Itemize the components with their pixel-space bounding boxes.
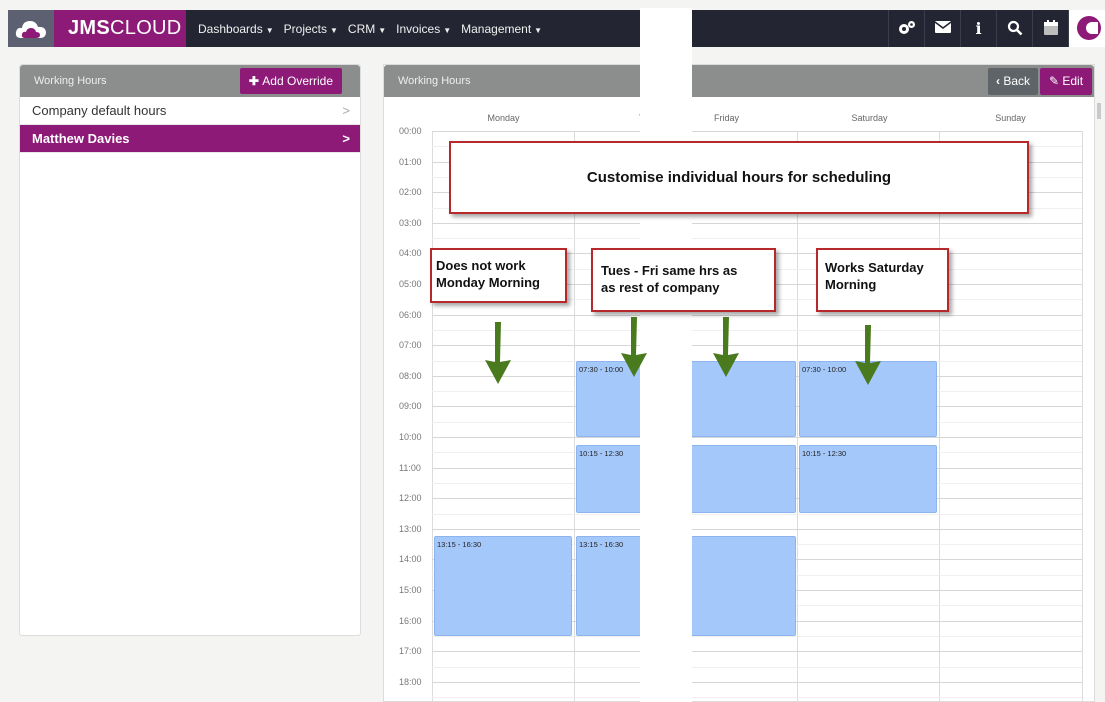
calendar-icon[interactable] — [1032, 10, 1068, 47]
list-item-matthew-davies[interactable]: Matthew Davies > — [20, 125, 360, 153]
scrollbar-thumb[interactable] — [1097, 103, 1101, 119]
monday-callout-line1: Does not work — [436, 258, 526, 273]
nav-icon-bar: i — [888, 10, 1105, 47]
event-time-label: 13:15 - 16:30 — [579, 540, 624, 550]
nav-management[interactable]: Management ▼ — [461, 22, 542, 36]
nav-projects[interactable]: Projects ▼ — [284, 22, 338, 36]
grid-col-line — [574, 131, 575, 702]
saturday-callout-line1: Works Saturday — [825, 260, 924, 275]
chevron-left-icon: ‹ — [995, 74, 1000, 88]
hour-line — [432, 345, 1082, 347]
event-time-label: 07:30 - 10:00 — [802, 364, 847, 374]
monday-callout: Does not work Monday Morning — [430, 248, 567, 303]
grid-col-line — [797, 131, 798, 702]
brand-logo[interactable]: JMSCLOUD — [54, 10, 186, 47]
time-label: 06:00 — [399, 309, 422, 320]
time-label: 09:00 — [399, 401, 422, 412]
day-header-sunday: Sunday — [995, 113, 1026, 123]
user-avatar[interactable] — [1068, 10, 1105, 47]
event-time-label: 10:15 - 12:30 — [802, 448, 847, 458]
brand-light: CLOUD — [110, 17, 182, 39]
half-hour-line — [432, 697, 1082, 699]
time-label: 01:00 — [399, 156, 422, 167]
time-label: 05:00 — [399, 279, 422, 289]
time-label: 04:00 — [399, 248, 422, 259]
tues-fri-callout: Tues - Fri same hrs as as rest of compan… — [591, 248, 776, 312]
working-hours-list-panel: Working Hours ✚ Add Override Company def… — [19, 64, 361, 636]
time-label: 03:00 — [399, 217, 422, 228]
half-hour-line — [432, 635, 1082, 637]
hour-line — [432, 131, 1082, 132]
hour-line — [432, 681, 1082, 683]
saturday-callout-line2: Morning — [825, 277, 877, 292]
time-label: 12:00 — [399, 493, 422, 504]
time-label: 11:00 — [399, 462, 421, 473]
headline-callout: Customise individual hours for schedulin… — [449, 141, 1029, 214]
search-icon[interactable] — [996, 10, 1032, 47]
time-label: 16:00 — [399, 615, 422, 626]
edit-button[interactable]: ✎ Edit — [1040, 68, 1092, 95]
arrow-down-icon — [713, 317, 739, 377]
chevron-right-icon: > — [342, 103, 350, 118]
hour-line — [432, 437, 1082, 438]
hour-line — [432, 651, 1082, 653]
chevron-right-icon: > — [342, 131, 350, 146]
hour-line — [432, 314, 1082, 316]
cloud-logo-icon[interactable] — [8, 10, 54, 47]
brand-bold: JMS — [68, 17, 111, 39]
time-label: 14:00 — [399, 554, 422, 565]
half-hour-line — [432, 238, 1082, 240]
arrow-down-icon — [855, 325, 881, 385]
time-label: 17:00 — [399, 646, 422, 657]
tues-fri-callout-line2: as rest of company — [601, 280, 720, 295]
hour-line — [432, 528, 1082, 530]
right-panel-title: Working Hours — [398, 75, 471, 87]
time-label: 10:00 — [399, 432, 422, 442]
arrow-down-icon — [621, 317, 647, 377]
half-hour-line — [432, 329, 1082, 331]
main-nav: Dashboards ▼ Projects ▼ CRM ▼ Invoices ▼ Man… — [198, 10, 542, 47]
grid-col-line — [939, 131, 940, 702]
event-time-label: 10:15 - 12:30 — [579, 448, 624, 458]
grid-col-line — [432, 131, 433, 702]
add-override-button[interactable]: ✚ Add Override — [239, 68, 342, 94]
list-item-company-default-hours[interactable]: Company default hours > — [20, 97, 360, 125]
monday-callout-line2: Monday Morning — [436, 275, 540, 290]
day-header-monday: Monday — [487, 113, 520, 123]
working-hours-block[interactable]: 10:15 - 12:30 — [799, 444, 937, 514]
plus-icon: ✚ — [248, 74, 263, 88]
arrow-down-icon — [485, 322, 511, 384]
time-label: 15:00 — [399, 585, 422, 595]
envelope-icon[interactable] — [924, 10, 960, 47]
time-label: 18:00 — [399, 676, 422, 687]
working-hours-block[interactable]: 13:15 - 16:30 — [434, 536, 572, 636]
back-button[interactable]: ‹ Back — [987, 68, 1038, 95]
time-label: 07:00 — [399, 340, 422, 351]
top-navbar: JMSCLOUD Dashboards ▼ Projects ▼ CRM ▼ Invo… — [8, 10, 1105, 47]
event-time-label: 13:15 - 16:30 — [437, 540, 482, 550]
time-label: 08:00 — [399, 370, 422, 381]
tues-fri-callout-line1: Tues - Fri same hrs as — [601, 263, 738, 278]
half-hour-line — [432, 666, 1082, 668]
info-icon[interactable]: i — [960, 10, 996, 47]
pencil-icon: ✎ — [1048, 74, 1060, 88]
nav-invoices[interactable]: Invoices ▼ — [396, 22, 451, 36]
saturday-callout: Works Saturday Morning — [816, 248, 949, 312]
time-label: 02:00 — [399, 187, 422, 198]
nav-dashboards[interactable]: Dashboards ▼ — [198, 22, 274, 36]
day-header-saturday: Saturday — [851, 113, 888, 123]
time-label: 13:00 — [399, 523, 422, 534]
right-panel-header: Working Hours ‹ Back ✎ Edit — [384, 65, 1094, 97]
cogs-icon[interactable] — [888, 10, 924, 47]
grid-col-line — [1082, 131, 1083, 702]
nav-crm[interactable]: CRM ▼ — [348, 22, 386, 36]
half-hour-line — [432, 513, 1082, 515]
hour-line — [432, 222, 1082, 224]
left-panel-header: Working Hours ✚ Add Override — [20, 65, 360, 97]
time-label: 00:00 — [399, 126, 422, 136]
left-panel-title: Working Hours — [34, 75, 107, 87]
